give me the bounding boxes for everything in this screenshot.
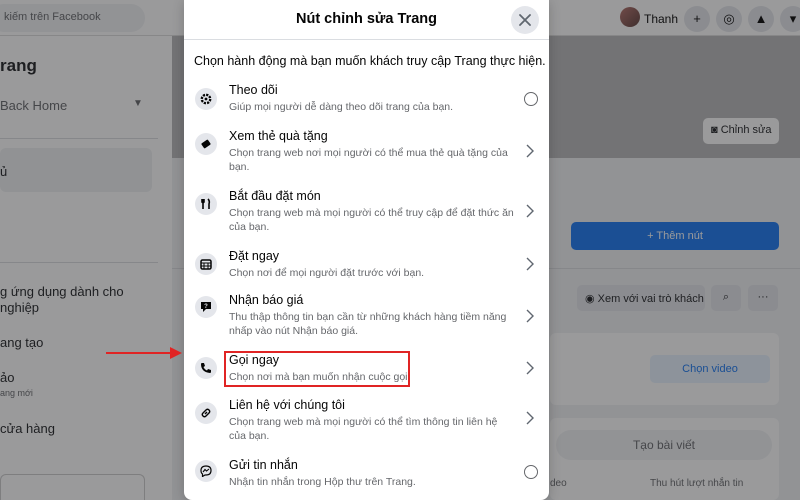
option-title: Bắt đầu đặt món	[229, 189, 321, 203]
option-description: Chọn nơi để mọi người đặt trước với bạn.	[229, 267, 425, 279]
option-call-now[interactable]: Gọi ngay Chọn nơi mà bạn muốn nhận cuộc …	[184, 352, 549, 390]
messenger-icon	[195, 460, 217, 482]
link-icon	[195, 402, 217, 424]
follow-gear-icon	[195, 88, 217, 110]
option-description: Chọn trang web mà mọi người có thể truy …	[229, 207, 514, 233]
option-title: Nhận báo giá	[229, 293, 304, 307]
option-title: Gọi ngay	[229, 353, 280, 367]
dialog-subtitle: Chọn hành động mà bạn muốn khách truy cậ…	[194, 54, 546, 68]
chevron-right-icon	[526, 144, 534, 158]
phone-icon	[195, 357, 217, 379]
chevron-right-icon	[526, 309, 534, 323]
option-contact-us[interactable]: Liên hệ với chúng tôi Chọn trang web mà …	[184, 396, 549, 446]
option-title: Gửi tin nhắn	[229, 458, 298, 472]
dialog-title: Nút chỉnh sửa Trang	[295, 11, 437, 27]
option-title: Theo dõi	[229, 83, 278, 97]
option-description: Nhận tin nhắn trong Hộp thư trên Trang.	[229, 476, 416, 488]
option-title: Liên hệ với chúng tôi	[229, 398, 345, 412]
option-description: Chọn trang web mà mọi người có thể tìm t…	[229, 416, 498, 442]
option-description: Chọn nơi mà bạn muốn nhận cuộc gọi.	[229, 371, 411, 383]
close-icon	[519, 14, 531, 26]
option-description: Thu thập thông tin bạn cần từ những khác…	[229, 311, 507, 337]
calendar-icon	[195, 253, 217, 275]
option-start-order[interactable]: Bắt đầu đặt món Chọn trang web mà mọi ng…	[184, 186, 549, 236]
option-title: Xem thẻ quà tặng	[229, 129, 328, 143]
chevron-right-icon	[526, 411, 534, 425]
svg-text:?: ?	[204, 304, 208, 310]
edit-page-button-dialog: Nút chỉnh sửa Trang Chọn hành động mà bạ…	[184, 0, 549, 500]
chevron-right-icon	[526, 204, 534, 218]
close-button[interactable]	[511, 6, 539, 34]
option-radio[interactable]	[524, 92, 538, 106]
option-gift-card[interactable]: Xem thẻ quà tặng Chọn trang web nơi mọi …	[184, 126, 549, 176]
option-title: Đặt ngay	[229, 249, 280, 263]
option-description: Giúp mọi người dễ dàng theo dõi trang củ…	[229, 101, 454, 113]
chevron-right-icon	[526, 257, 534, 271]
option-book-now[interactable]: Đặt ngay Chọn nơi để mọi người đặt trước…	[184, 246, 549, 284]
gift-card-icon	[195, 133, 217, 155]
option-description: Chọn trang web nơi mọi người có thể mua …	[229, 147, 508, 173]
quote-icon: ?	[195, 296, 217, 318]
option-radio[interactable]	[524, 465, 538, 479]
dialog-header: Nút chỉnh sửa Trang	[184, 0, 549, 40]
option-follow[interactable]: Theo dõi Giúp mọi người dễ dàng theo dõi…	[184, 80, 549, 118]
pointer-arrow-icon	[106, 347, 182, 359]
utensils-icon	[195, 193, 217, 215]
option-get-quote[interactable]: ? Nhận báo giá Thu thập thông tin bạn cầ…	[184, 292, 549, 344]
option-send-message[interactable]: Gửi tin nhắn Nhận tin nhắn trong Hộp thư…	[184, 454, 549, 494]
chevron-right-icon	[526, 361, 534, 375]
